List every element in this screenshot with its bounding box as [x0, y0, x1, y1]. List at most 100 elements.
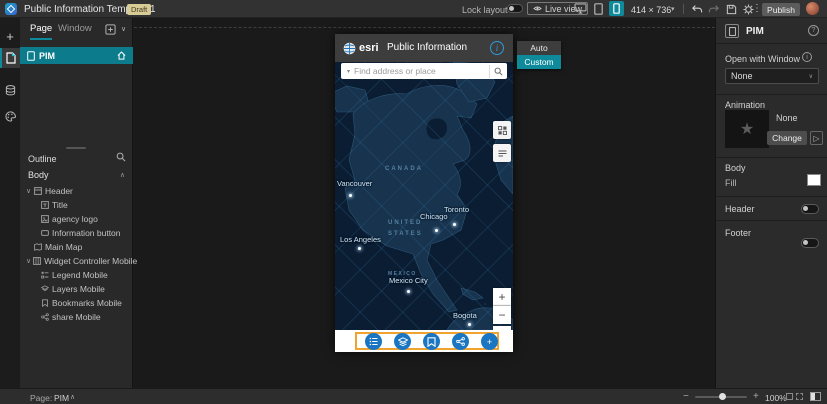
undo-icon[interactable] — [691, 4, 703, 14]
info-icon[interactable]: i — [802, 52, 812, 62]
fit-to-window-icon[interactable] — [786, 393, 793, 400]
more-options-icon[interactable]: ⋮ — [752, 3, 762, 14]
add-page-icon[interactable] — [105, 24, 116, 35]
legend-mobile-button[interactable] — [365, 333, 382, 350]
panel-splitter[interactable] — [66, 147, 86, 149]
outline-item-bookmarks-mobile[interactable]: Bookmarks Mobile — [20, 296, 133, 310]
design-canvas[interactable]: esri Public Information i CANADA UNITED … — [134, 18, 715, 388]
phone-device-icon[interactable] — [609, 1, 624, 16]
outline-item-widget-controller[interactable]: ∨ Widget Controller Mobile — [20, 254, 137, 268]
zoom-out-button[interactable]: − — [493, 306, 511, 324]
size-option-auto[interactable]: Auto — [517, 41, 561, 55]
theme-panel-icon[interactable] — [0, 106, 20, 126]
share-mobile-button[interactable] — [452, 333, 469, 350]
fill-color-swatch[interactable] — [807, 174, 821, 186]
zoom-in-canvas-icon[interactable]: + — [753, 391, 759, 402]
publish-button[interactable]: Publish — [762, 3, 800, 16]
controller-widget-icon — [33, 257, 42, 265]
add-widget-button[interactable]: + — [481, 333, 498, 350]
page-icon — [27, 50, 35, 61]
main-map[interactable]: CANADA UNITED STATES MEXICO Vancouver To… — [335, 62, 513, 330]
chevron-down-icon: ∨ — [808, 73, 813, 80]
outline-search-icon[interactable] — [116, 152, 126, 162]
image-widget-icon — [41, 215, 49, 223]
bookmarks-mobile-button[interactable] — [423, 333, 440, 350]
outline-item-label: Bookmarks Mobile — [52, 298, 122, 308]
outline-item-header[interactable]: ∨ Header — [20, 184, 133, 198]
page-switcher-chevron-icon[interactable]: ∧ — [70, 393, 75, 401]
footer-toggle[interactable] — [801, 238, 819, 248]
tablet-device-icon[interactable] — [594, 3, 603, 15]
actual-size-icon[interactable] — [796, 393, 803, 400]
zoom-in-button[interactable]: + — [493, 288, 511, 306]
search-source-caret-icon[interactable]: ▾ — [347, 68, 350, 75]
outline-item-agency-logo[interactable]: agency logo — [20, 212, 133, 226]
information-button[interactable]: i — [490, 41, 504, 55]
expander-icon[interactable]: ∨ — [26, 257, 31, 265]
outline-item-label: Information button — [52, 228, 121, 238]
statusbar-page-value[interactable]: PIM — [54, 393, 69, 403]
outline-body-row[interactable]: Body ∧ — [20, 168, 133, 182]
layers-mobile-button[interactable] — [394, 333, 411, 350]
save-icon[interactable] — [726, 4, 737, 15]
legend-widget-icon — [41, 271, 49, 279]
help-icon[interactable]: ? — [808, 25, 819, 36]
settings-panel: PIM ? Open with Window i None ∨ Animatio… — [715, 18, 827, 388]
animation-change-button[interactable]: Change — [767, 131, 807, 145]
data-panel-icon[interactable] — [0, 80, 20, 100]
search-input[interactable] — [354, 66, 489, 76]
draft-badge: Draft — [127, 4, 152, 15]
redo-icon[interactable] — [708, 4, 720, 14]
city-marker — [358, 247, 361, 250]
city-marker — [453, 223, 456, 226]
outline-item-legend-mobile[interactable]: Legend Mobile — [20, 268, 133, 282]
insert-widget-icon[interactable]: + — [0, 26, 20, 46]
outline-item-share-mobile[interactable]: share Mobile — [20, 310, 133, 324]
chevron-down-icon[interactable]: ▾ — [671, 5, 675, 13]
settings-panel-title: PIM — [746, 26, 764, 37]
map-widget-button[interactable] — [493, 121, 511, 139]
top-toolbar: Public Information Template 1 Draft Lock… — [0, 0, 827, 18]
outline-item-layers-mobile[interactable]: Layers Mobile — [20, 282, 133, 296]
open-with-window-select[interactable]: None ∨ — [725, 68, 819, 84]
outline-item-label: Main Map — [45, 242, 83, 252]
city-marker — [468, 323, 471, 326]
header-widget-icon — [34, 187, 42, 195]
expander-icon[interactable]: ∨ — [26, 187, 32, 195]
size-option-custom[interactable]: Custom — [517, 55, 561, 69]
eye-icon — [533, 5, 542, 12]
page-menu-chevron-icon[interactable]: ∨ — [121, 25, 126, 33]
user-avatar[interactable] — [806, 2, 819, 15]
esri-brand-text: esri — [359, 42, 379, 54]
zoom-out-canvas-icon[interactable]: − — [683, 391, 689, 402]
body-section-label: Body — [725, 163, 746, 173]
outline-item-information-button[interactable]: Information button — [20, 226, 133, 240]
animation-play-button[interactable]: ▷ — [810, 131, 823, 145]
tab-page[interactable]: Page — [30, 23, 53, 40]
left-toolbar-rail: + — [0, 18, 20, 388]
page-item-pim[interactable]: PIM — [20, 47, 133, 64]
header-toggle[interactable] — [801, 204, 819, 214]
phone-preview[interactable]: esri Public Information i CANADA UNITED … — [335, 34, 513, 352]
map-widget-button[interactable] — [493, 144, 511, 162]
animation-preview[interactable]: ★ — [725, 110, 769, 148]
map-search-bar[interactable]: ▾ — [341, 63, 507, 79]
page-icon — [725, 24, 739, 38]
lock-layout-toggle[interactable] — [507, 4, 523, 13]
app-logo-icon[interactable] — [5, 3, 17, 15]
layers-widget-icon — [41, 285, 49, 293]
collapse-chevron-icon[interactable]: ∧ — [120, 171, 125, 179]
section-divider — [716, 94, 827, 95]
zoom-slider-knob[interactable] — [719, 393, 726, 400]
desktop-device-icon[interactable] — [574, 3, 587, 14]
zoom-level-value[interactable]: 100% — [765, 393, 787, 403]
tab-window[interactable]: Window — [58, 23, 92, 38]
toggle-panel-icon[interactable] — [810, 392, 821, 401]
home-extent-button[interactable] — [493, 326, 511, 330]
screen-boundary — [134, 27, 715, 28]
search-icon[interactable] — [489, 64, 507, 78]
outline-item-title[interactable]: Title — [20, 198, 133, 212]
canvas-dimensions[interactable]: 414 × 736 — [631, 5, 671, 15]
outline-item-main-map[interactable]: Main Map — [20, 240, 133, 254]
page-panel-icon[interactable] — [0, 48, 20, 68]
